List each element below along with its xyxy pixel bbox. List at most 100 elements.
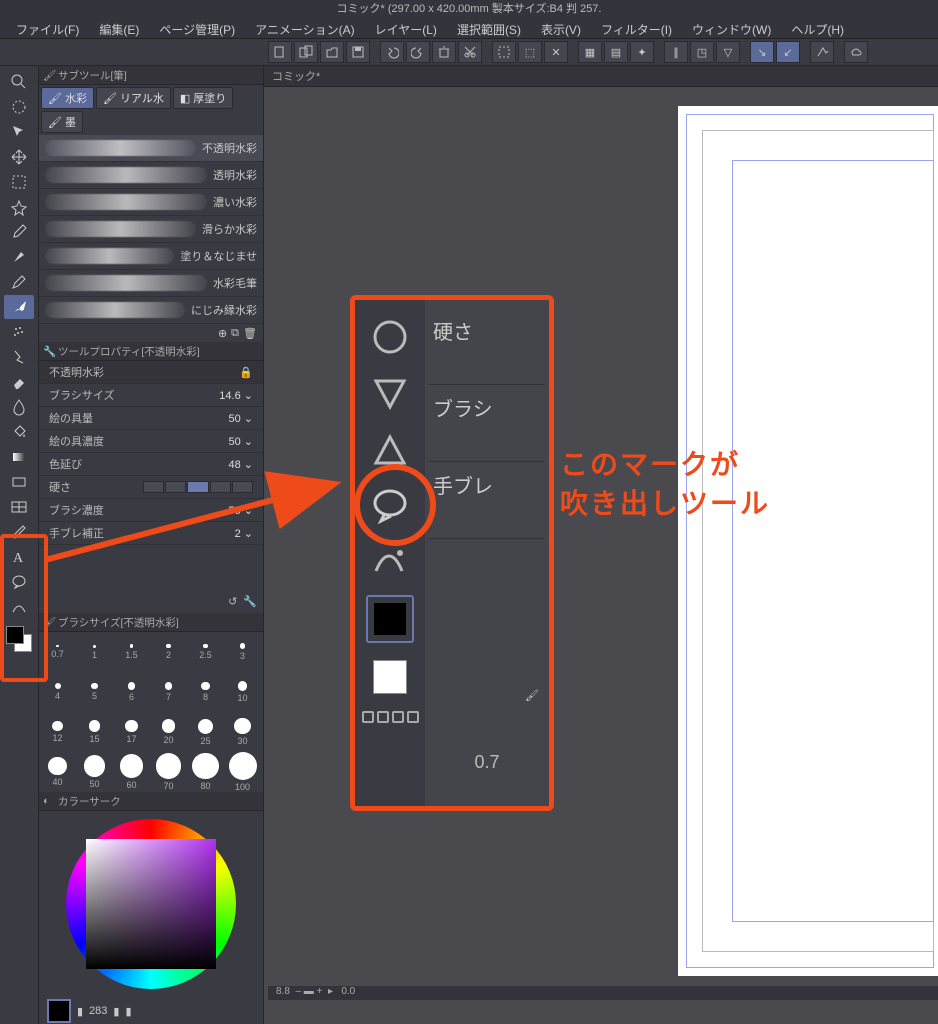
brush-size-preset[interactable]: 5 <box>76 672 113 712</box>
pencil-tool-icon[interactable] <box>4 270 34 294</box>
color-indicator[interactable] <box>6 626 32 652</box>
redo-icon[interactable] <box>406 41 430 63</box>
prop-brush-size[interactable]: ブラシサイズ14.6 ⌄ <box>39 384 263 407</box>
gradient-tool-icon[interactable] <box>4 445 34 469</box>
brush-size-preset[interactable]: 40 <box>39 752 76 792</box>
menu-window[interactable]: ウィンドウ(W) <box>682 18 781 38</box>
ruler-guide-icon[interactable]: ▤ <box>604 41 628 63</box>
brush-size-preset[interactable]: 4 <box>39 672 76 712</box>
eraser-tool-icon[interactable] <box>4 370 34 394</box>
brush-group-thick[interactable]: ◧厚塗り <box>173 87 233 109</box>
undo-icon[interactable] <box>380 41 404 63</box>
ruler-tool-icon[interactable] <box>4 520 34 544</box>
airbrush-tool-icon[interactable] <box>4 320 34 344</box>
brush-size-preset[interactable]: 17 <box>113 712 150 752</box>
brush-size-preset[interactable]: 8 <box>187 672 224 712</box>
eyedropper-tool-icon[interactable] <box>4 220 34 244</box>
zoom-value[interactable]: 8.8 <box>276 986 290 997</box>
duplicate-subtool-icon[interactable]: ⧉ <box>231 327 239 340</box>
ruler-grid-icon[interactable]: ▦ <box>578 41 602 63</box>
brush-item[interactable]: 水彩毛筆 <box>39 270 263 297</box>
brush-size-preset[interactable]: 1 <box>76 632 113 672</box>
color-wheel[interactable] <box>66 819 236 989</box>
brush-group-ink[interactable]: 🖌墨 <box>41 111 83 133</box>
menu-page[interactable]: ページ管理(P) <box>149 18 245 38</box>
menu-anim[interactable]: アニメーション(A) <box>245 18 365 38</box>
menu-filter[interactable]: フィルター(I) <box>591 18 682 38</box>
text-tool-icon[interactable]: A <box>4 545 34 569</box>
brush-item[interactable]: 透明水彩 <box>39 162 263 189</box>
vector-snap-icon[interactable]: ↘ <box>750 41 774 63</box>
brush-size-preset[interactable]: 10 <box>224 672 261 712</box>
brush-size-preset[interactable]: 12 <box>39 712 76 752</box>
snap-icon[interactable]: ✦ <box>630 41 654 63</box>
document-tab[interactable]: コミック* <box>264 66 938 87</box>
prop-brush-density[interactable]: ブラシ濃度50 ⌄ <box>39 499 263 522</box>
canvas-page[interactable] <box>678 106 938 976</box>
brush-item[interactable]: 塗り＆なじませ <box>39 243 263 270</box>
magnify-tool-icon[interactable] <box>4 70 34 94</box>
prop-hardness[interactable]: 硬さ <box>39 476 263 499</box>
cloud-icon[interactable] <box>844 41 868 63</box>
preview-icon[interactable] <box>810 41 834 63</box>
auto-select-tool-icon[interactable] <box>4 195 34 219</box>
save-icon[interactable] <box>346 41 370 63</box>
correct-line-tool-icon[interactable] <box>4 595 34 619</box>
brush-size-preset[interactable]: 100 <box>224 752 261 792</box>
select-clear-icon[interactable]: ✕ <box>544 41 568 63</box>
tool-settings-icon[interactable]: 🔧 <box>243 595 257 613</box>
move-tool-icon[interactable] <box>4 95 34 119</box>
selection-tool-icon[interactable] <box>4 170 34 194</box>
brush-size-preset[interactable]: 1.5 <box>113 632 150 672</box>
lock-icon[interactable]: 🔒 <box>239 366 253 379</box>
menu-edit[interactable]: 編集(E) <box>89 18 149 38</box>
ruler-parallel-icon[interactable]: ∥ <box>664 41 688 63</box>
new-from-clipboard-icon[interactable] <box>294 41 318 63</box>
menu-layer[interactable]: レイヤー(L) <box>365 18 447 38</box>
balloon-tool-icon[interactable] <box>4 570 34 594</box>
brush-size-preset[interactable]: 7 <box>150 672 187 712</box>
decoration-tool-icon[interactable] <box>4 345 34 369</box>
brush-size-preset[interactable]: 2.5 <box>187 632 224 672</box>
pen-tool-icon[interactable] <box>4 245 34 269</box>
frame-border-tool-icon[interactable] <box>4 495 34 519</box>
brush-item[interactable]: 不透明水彩 <box>39 135 263 162</box>
prop-stabilize[interactable]: 手ブレ補正2 ⌄ <box>39 522 263 545</box>
brush-size-preset[interactable]: 60 <box>113 752 150 792</box>
brush-size-preset[interactable]: 25 <box>187 712 224 752</box>
brush-size-preset[interactable]: 20 <box>150 712 187 752</box>
brush-tool-icon[interactable] <box>4 295 34 319</box>
select-all-icon[interactable]: ⬚ <box>518 41 542 63</box>
brush-size-preset[interactable]: 70 <box>150 752 187 792</box>
reset-default-icon[interactable]: ↺ <box>228 595 237 613</box>
figure-tool-icon[interactable] <box>4 470 34 494</box>
move-layer-tool-icon[interactable] <box>4 145 34 169</box>
new-doc-icon[interactable] <box>268 41 292 63</box>
rotation-value[interactable]: 0.0 <box>341 986 355 997</box>
prop-color-extend[interactable]: 色延び48 ⌄ <box>39 453 263 476</box>
fill-tool-icon[interactable] <box>4 420 34 444</box>
prop-paint-density[interactable]: 絵の具濃度50 ⌄ <box>39 430 263 453</box>
brush-size-preset[interactable]: 15 <box>76 712 113 752</box>
brush-size-preset[interactable]: 30 <box>224 712 261 752</box>
open-icon[interactable] <box>320 41 344 63</box>
brush-size-preset[interactable]: 80 <box>187 752 224 792</box>
ruler-perspective-icon[interactable]: ◳ <box>690 41 714 63</box>
vector-snap2-icon[interactable]: ↙ <box>776 41 800 63</box>
menu-file[interactable]: ファイル(F) <box>6 18 89 38</box>
brush-size-preset[interactable]: 6 <box>113 672 150 712</box>
current-color-swatch[interactable] <box>47 999 71 1023</box>
delete-icon[interactable] <box>432 41 456 63</box>
cut-icon[interactable] <box>458 41 482 63</box>
prop-paint-amount[interactable]: 絵の具量50 ⌄ <box>39 407 263 430</box>
brush-item[interactable]: 濃い水彩 <box>39 189 263 216</box>
delete-subtool-icon[interactable]: 🗑 <box>243 327 257 340</box>
add-subtool-icon[interactable]: ⊕ <box>218 327 227 340</box>
brush-item[interactable]: にじみ縁水彩 <box>39 297 263 324</box>
brush-size-preset[interactable]: 3 <box>224 632 261 672</box>
select-invert-icon[interactable] <box>492 41 516 63</box>
brush-size-preset[interactable]: 50 <box>76 752 113 792</box>
operation-tool-icon[interactable] <box>4 120 34 144</box>
menu-selection[interactable]: 選択範囲(S) <box>447 18 531 38</box>
brush-size-preset[interactable]: 2 <box>150 632 187 672</box>
